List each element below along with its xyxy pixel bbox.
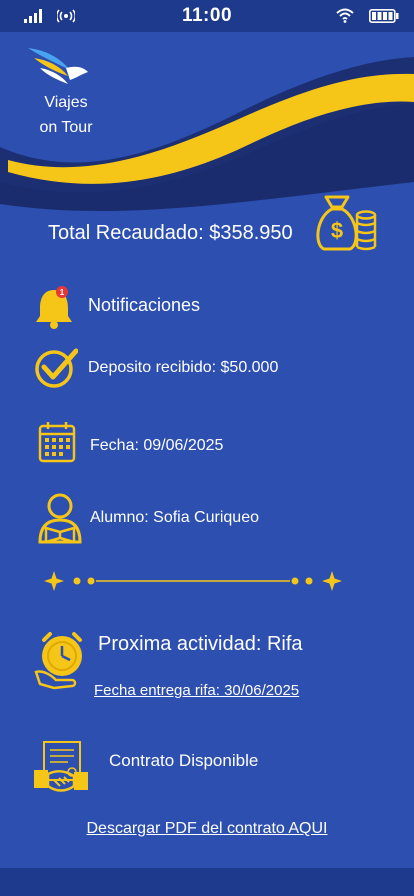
download-contract-link[interactable]: Descargar PDF del contrato AQUI <box>0 820 414 838</box>
svg-text:$: $ <box>331 218 343 243</box>
money-bag-icon: $ <box>316 195 377 251</box>
check-circle-icon <box>35 348 78 388</box>
brand-line-1: Viajes <box>44 94 88 111</box>
student-name: Alumno: Sofia Curiqueo <box>90 509 259 526</box>
logo-bird-icon <box>28 48 88 84</box>
status-bar: 11:00 <box>0 0 414 32</box>
notification-date: Fecha: 09/06/2025 <box>90 437 224 454</box>
wifi-icon <box>336 8 354 23</box>
deposit-received: Deposito recibido: $50.000 <box>88 359 279 376</box>
calendar-icon <box>38 422 76 463</box>
battery-icon <box>369 9 399 23</box>
contract-available: Contrato Disponible <box>109 751 259 770</box>
sparkle-divider <box>44 571 342 591</box>
brand-name: Viajes on Tour <box>20 90 112 140</box>
notification-badge: 1 <box>60 288 65 297</box>
raffle-delivery-link[interactable]: Fecha entrega rifa: 30/06/2025 <box>94 682 299 699</box>
alarm-clock-hand-icon <box>34 632 82 690</box>
brand-line-2: on Tour <box>39 119 93 136</box>
bell-icon[interactable]: 1 <box>34 284 76 330</box>
next-activity-title: Proxima actividad: Rifa <box>98 633 303 655</box>
student-reading-icon <box>38 493 82 544</box>
contract-handshake-icon <box>34 741 88 792</box>
total-collected: Total Recaudado: $358.950 <box>48 222 293 244</box>
notifications-title: Notificaciones <box>88 295 201 315</box>
bottom-bar <box>0 868 414 896</box>
